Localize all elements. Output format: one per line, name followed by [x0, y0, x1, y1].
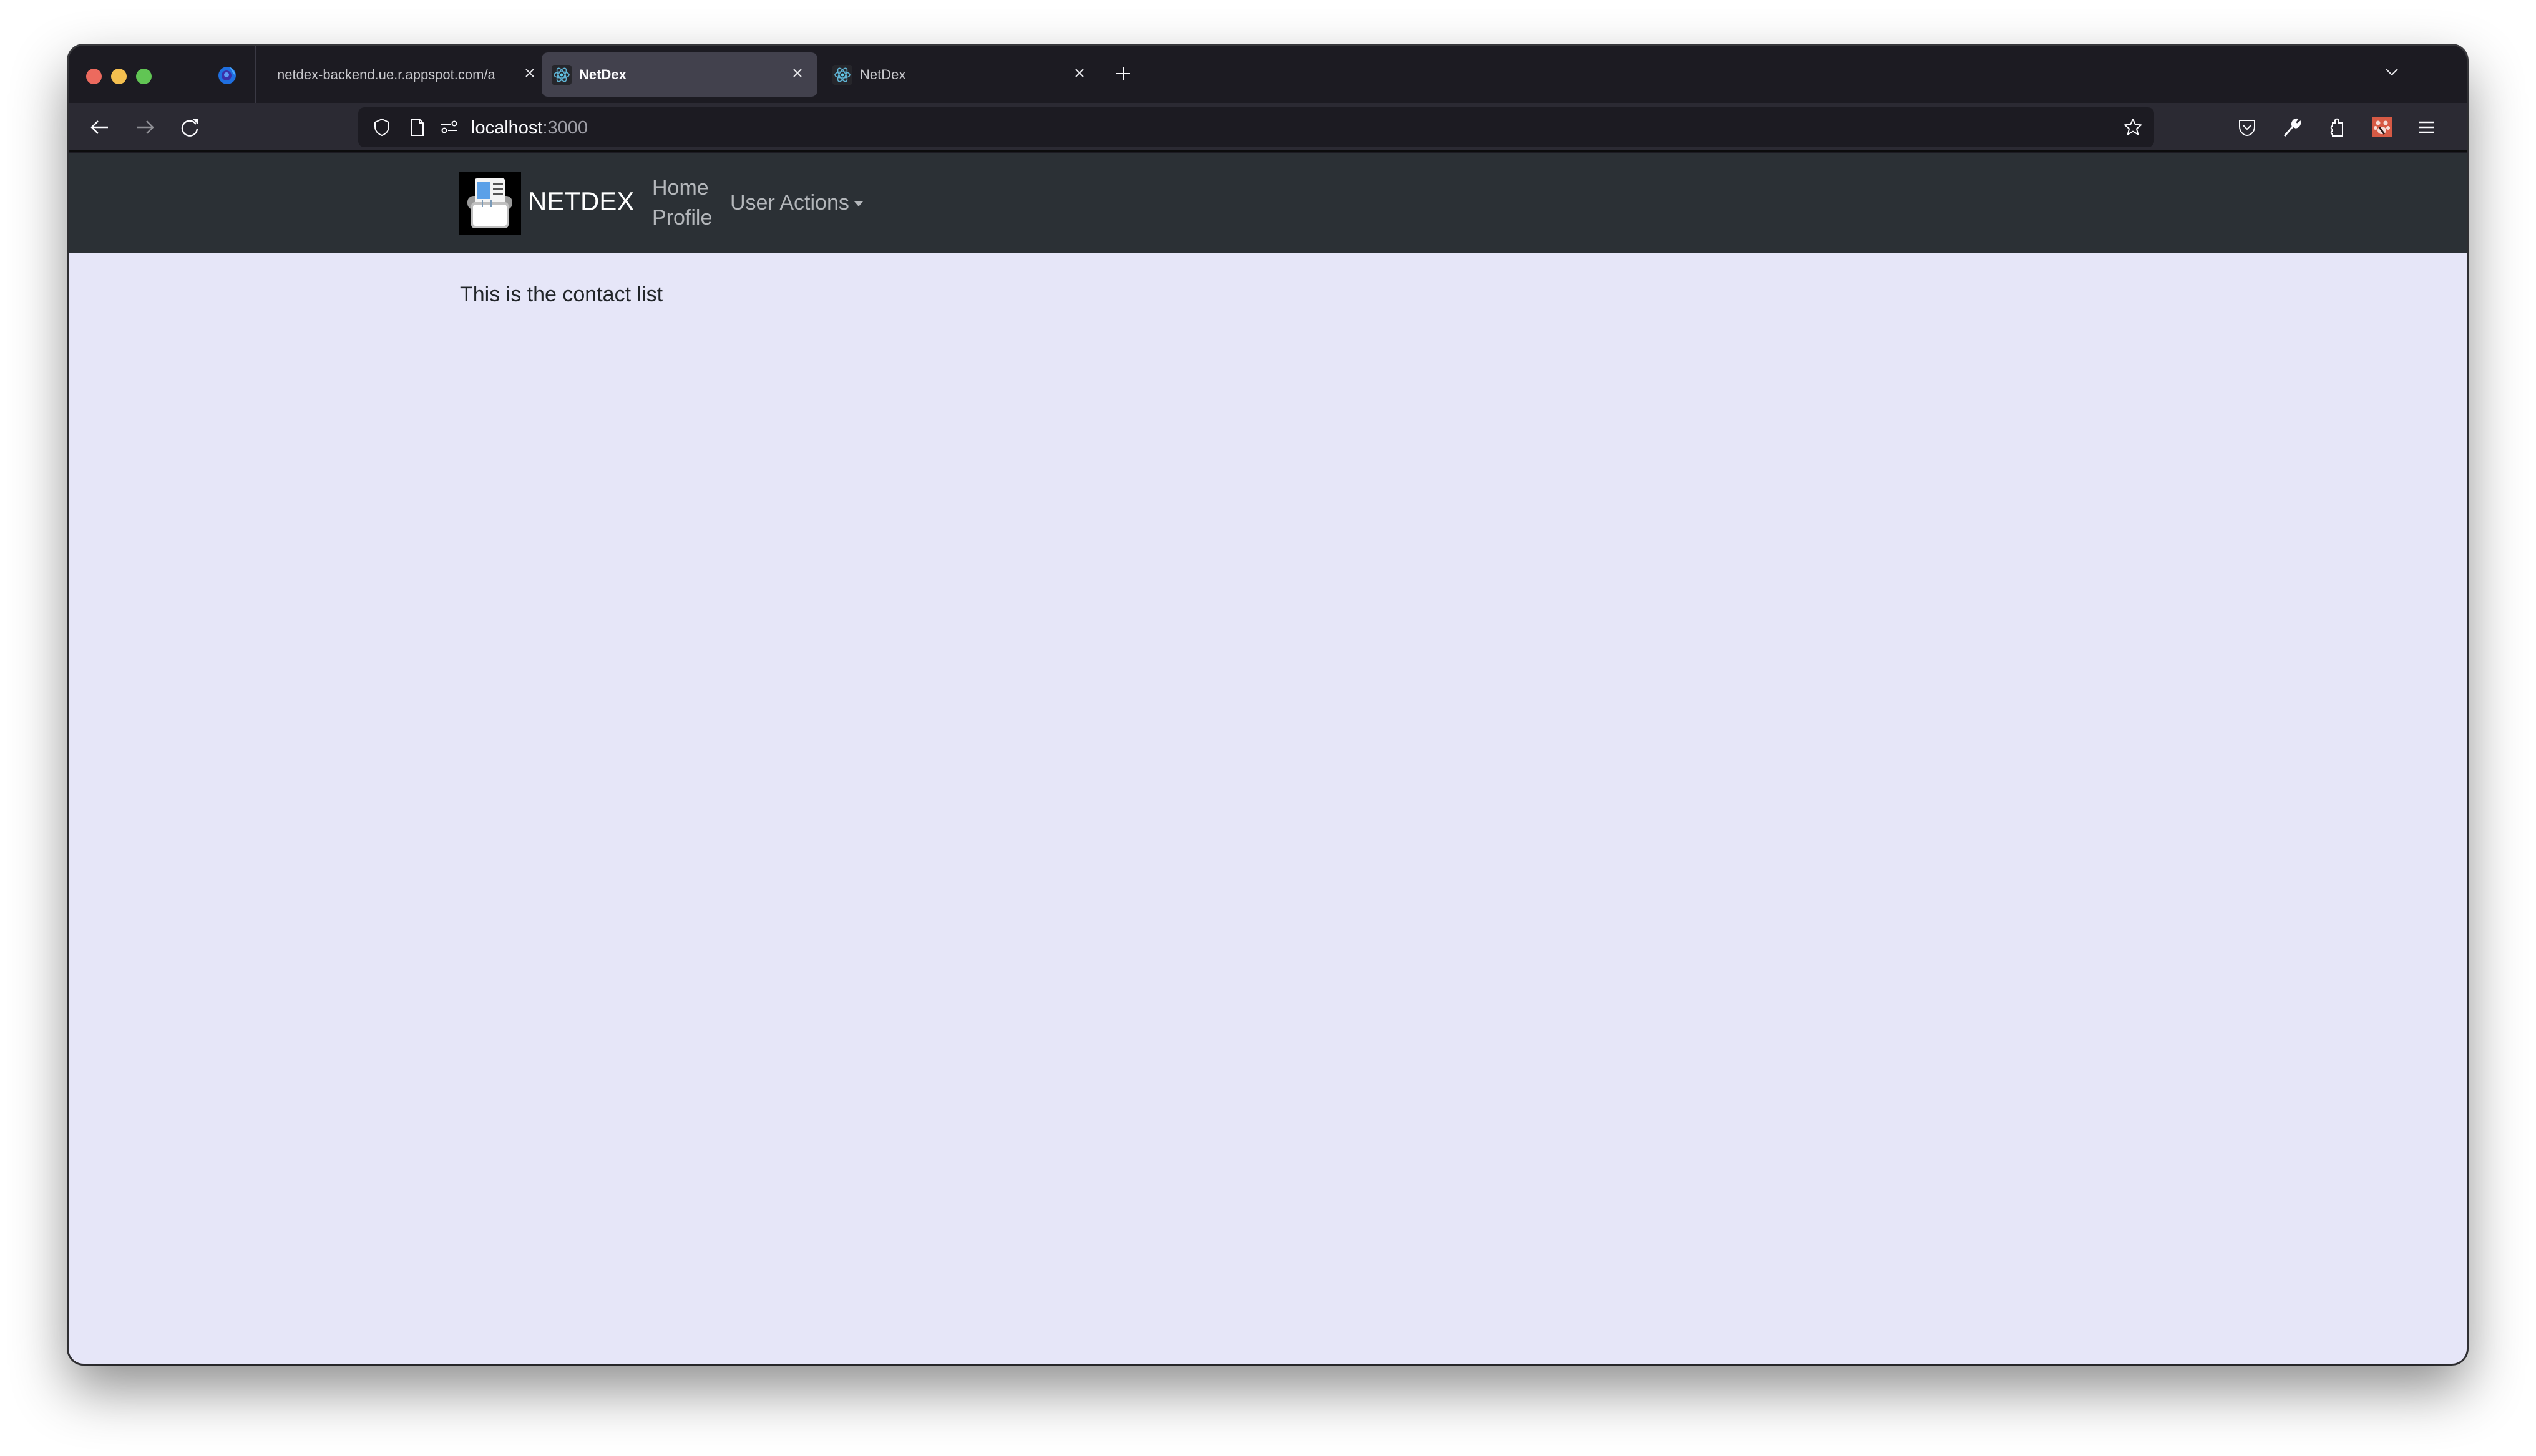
tab-title: NetDex: [579, 67, 627, 82]
netdex-logo-icon[interactable]: [459, 172, 521, 235]
tab-netdex[interactable]: NetDex: [822, 52, 1098, 97]
user-actions-label: User Actions: [730, 191, 849, 215]
brand-name[interactable]: NETDEX: [528, 187, 634, 216]
site-navbar: NETDEX Home Profile User Actions: [69, 153, 2467, 253]
url-port: :3000: [542, 118, 588, 138]
tab-title: netdex-backend.ue.r.appspot.com/a: [277, 67, 495, 82]
wrench-icon[interactable]: [2281, 117, 2303, 138]
url-host: localhost: [471, 118, 543, 138]
star-icon[interactable]: [2123, 117, 2143, 137]
plus-icon[interactable]: [1114, 64, 1133, 83]
user-actions-dropdown[interactable]: User Actions: [730, 191, 863, 215]
page-content: This is the contact list: [69, 253, 2467, 1364]
tab-netdex-active[interactable]: NetDex: [542, 52, 817, 97]
contact-list-message: This is the contact list: [460, 283, 663, 306]
close-icon[interactable]: [520, 64, 539, 82]
react-icon: [552, 65, 572, 85]
firefox-icon[interactable]: [217, 64, 238, 85]
close-icon[interactable]: [788, 64, 807, 82]
tab-title: NetDex: [860, 67, 906, 82]
zoom-window-button[interactable]: [136, 69, 152, 84]
shield-icon[interactable]: [372, 117, 392, 137]
reload-icon[interactable]: [179, 117, 200, 138]
caret-down-icon: [854, 201, 863, 206]
sliders-icon[interactable]: [439, 117, 459, 137]
browser-window: netdex-backend.ue.r.appspot.com/a NetDex: [69, 46, 2467, 1364]
minimize-window-button[interactable]: [111, 69, 127, 84]
navigation-toolbar: localhost:3000: [69, 103, 2467, 152]
address-bar[interactable]: localhost:3000: [358, 107, 2154, 147]
close-icon[interactable]: [1070, 64, 1089, 82]
chevron-down-icon[interactable]: [2382, 63, 2401, 82]
nav-link-home[interactable]: Home: [652, 176, 709, 200]
arrow-left-icon[interactable]: [89, 117, 110, 138]
pocket-icon[interactable]: [2236, 117, 2258, 138]
tab-separator: [255, 46, 256, 103]
url-text[interactable]: localhost:3000: [471, 118, 588, 138]
page-icon[interactable]: [407, 117, 427, 137]
arrow-right-icon[interactable]: [134, 117, 155, 138]
puzzle-icon[interactable]: [2326, 117, 2348, 138]
nav-link-profile[interactable]: Profile: [652, 206, 712, 230]
close-window-button[interactable]: [86, 69, 102, 84]
hamburger-menu-icon[interactable]: [2416, 117, 2437, 138]
tab-bar: netdex-backend.ue.r.appspot.com/a NetDex: [69, 46, 2467, 103]
react-icon: [832, 65, 852, 85]
paw-extension-icon[interactable]: [2371, 117, 2392, 138]
